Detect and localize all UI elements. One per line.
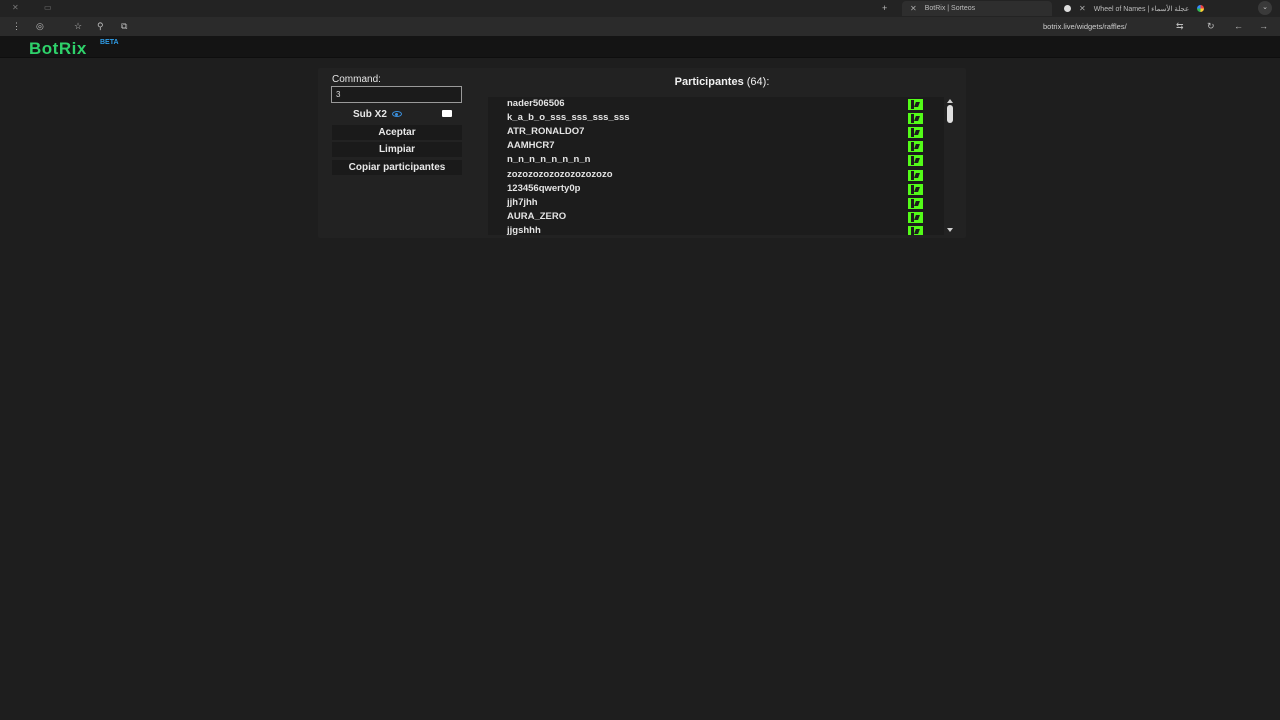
command-input[interactable] <box>331 86 462 103</box>
participant-name: jjgshhh <box>507 224 541 235</box>
kick-icon <box>908 127 923 139</box>
kick-icon <box>908 155 923 167</box>
more-menu-icon[interactable]: ⋮ <box>12 21 21 32</box>
list-item[interactable]: 123456qwerty0p <box>488 182 944 196</box>
botrix-logo[interactable]: BotRix <box>29 39 87 59</box>
participants-scrollbar[interactable] <box>945 97 956 235</box>
tab-title: BotRix | Sorteos <box>924 5 976 12</box>
browser-toolbar: ⋮ ◎ ☆ ⚲ ⧉ botrix.live/widgets/raffles/ ⇆… <box>0 17 1280 36</box>
list-item[interactable]: nader506506 <box>488 97 944 111</box>
extensions-icon[interactable]: ⧉ <box>121 21 127 32</box>
new-tab-icon[interactable]: + <box>882 3 887 13</box>
participant-name: zozozozozozozozozozo <box>507 168 613 180</box>
scroll-up-icon[interactable] <box>947 99 953 103</box>
list-item[interactable]: ATR_RONALDO7 <box>488 125 944 139</box>
accept-button[interactable]: Aceptar <box>332 125 462 140</box>
close-tab-icon[interactable]: ✕ <box>1079 4 1086 13</box>
zoom-icon[interactable]: ⚲ <box>97 21 104 32</box>
list-item[interactable]: n_n_n_n_n_n_n_n <box>488 153 944 167</box>
participant-name: 123456qwerty0p <box>507 182 581 194</box>
participant-name: AURA_ZERO <box>507 210 567 222</box>
clear-button[interactable]: Limpiar <box>332 142 462 157</box>
copy-participants-button[interactable]: Copiar participantes <box>332 160 462 175</box>
kick-icon <box>908 169 923 181</box>
sub-x2-row: Sub X2 <box>332 107 462 121</box>
scroll-down-icon[interactable] <box>947 228 953 232</box>
kick-icon <box>908 99 923 110</box>
participant-name: nader506506 <box>507 98 565 109</box>
kick-icon <box>908 197 923 209</box>
kick-icon <box>908 211 923 223</box>
participants-list[interactable]: nader506506 k_a_b_o_sss_sss_sss_sss ATR_RO… <box>488 97 944 235</box>
tab-favicon-icon <box>1197 5 1205 12</box>
tab-title: Wheel of Names | عجلة الأسماء <box>1093 5 1190 13</box>
maximize-window-icon[interactable]: ▭ <box>44 3 52 12</box>
participant-name: n_n_n_n_n_n_n_n <box>507 154 591 166</box>
reload-icon[interactable]: ↻ <box>1207 21 1215 32</box>
beta-badge: BETA <box>100 39 119 46</box>
privacy-icon[interactable]: ◎ <box>36 21 44 32</box>
participant-name: ATR_RONALDO7 <box>507 126 585 138</box>
participant-name: jjh7jhh <box>507 196 538 208</box>
site-header: BotRix BETA <box>0 36 1280 58</box>
back-icon[interactable]: ← <box>1234 21 1243 31</box>
participant-name: AAMHCR7 <box>507 140 555 152</box>
list-item[interactable]: AAMHCR7 <box>488 139 944 153</box>
forward-icon[interactable]: → <box>1259 21 1268 31</box>
list-item[interactable]: jjh7jhh <box>488 196 944 210</box>
tab-botrix[interactable]: ✕ BotRix | Sorteos <box>902 1 1052 16</box>
sub-x2-checkbox[interactable] <box>442 110 452 117</box>
kick-icon <box>908 113 923 125</box>
participants-title-text: Participantes <box>674 76 744 88</box>
sub-x2-label: Sub X2 <box>353 108 387 120</box>
participants-title: Participantes (64): <box>488 76 956 88</box>
address-bar[interactable]: botrix.live/widgets/raffles/ <box>1043 22 1127 31</box>
tab-wheel-of-names[interactable]: ✕ Wheel of Names | عجلة الأسماء <box>1056 1 1252 16</box>
command-label: Command: <box>332 74 381 85</box>
list-item[interactable]: zozozozozozozozozozo <box>488 168 944 182</box>
close-tab-icon[interactable]: ✕ <box>910 4 917 13</box>
participants-count: (64): <box>746 76 770 88</box>
browser-tab-bar: ✕ ▭ + ✕ BotRix | Sorteos ✕ Wheel of Name… <box>0 0 1280 17</box>
tab-search-chevron-icon[interactable]: ⌄ <box>1258 1 1272 15</box>
eye-icon[interactable] <box>391 111 402 117</box>
site-settings-icon[interactable]: ⇆ <box>1176 21 1184 32</box>
kick-icon <box>908 141 923 153</box>
scroll-thumb[interactable] <box>947 105 953 123</box>
list-item[interactable]: k_a_b_o_sss_sss_sss_sss <box>488 111 944 125</box>
bookmark-star-icon[interactable]: ☆ <box>74 21 82 32</box>
kick-icon <box>908 225 923 235</box>
tab-favicon-icon <box>1064 5 1071 12</box>
list-item[interactable]: AURA_ZERO <box>488 210 944 224</box>
close-window-icon[interactable]: ✕ <box>12 3 19 12</box>
participant-name: k_a_b_o_sss_sss_sss_sss <box>507 112 630 124</box>
kick-icon <box>908 183 923 195</box>
list-item[interactable]: jjgshhh <box>488 224 944 235</box>
